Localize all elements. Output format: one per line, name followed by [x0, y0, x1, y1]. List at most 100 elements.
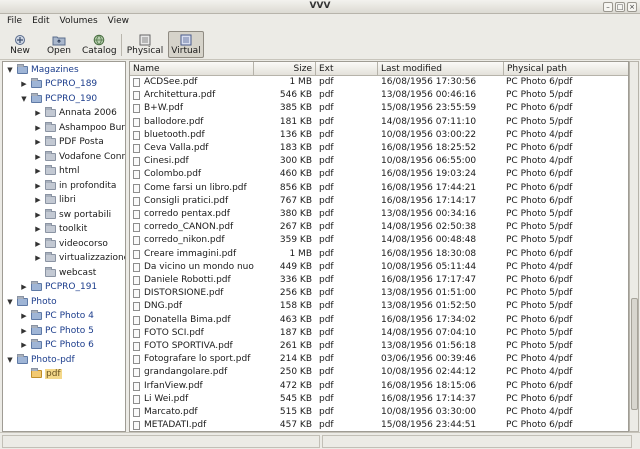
expanded-arrow-icon[interactable]: ▼: [5, 298, 15, 306]
tree-item[interactable]: ▼ Magazines: [5, 63, 79, 76]
menu-edit[interactable]: Edit: [27, 14, 54, 30]
tree-item[interactable]: ▶ virtualizzazione: [33, 252, 125, 265]
collapsed-arrow-icon[interactable]: ▶: [19, 283, 29, 291]
collapsed-arrow-icon[interactable]: ▶: [33, 138, 43, 146]
file-list[interactable]: Name Size Ext Last modified Physical pat…: [129, 61, 629, 432]
collapsed-arrow-icon[interactable]: ▶: [33, 240, 43, 248]
folder-icon: [45, 252, 56, 262]
column-header-size[interactable]: Size: [254, 62, 316, 76]
virtual-view-button[interactable]: Virtual: [168, 31, 204, 58]
tree-item[interactable]: ▶ PDF Posta: [33, 136, 104, 149]
table-row[interactable]: Fotografare lo sport.pdf 214 KB pdf 03/06/1…: [130, 353, 628, 366]
cell-ext: pdf: [319, 367, 334, 378]
collapsed-arrow-icon[interactable]: ▶: [33, 124, 43, 132]
physical-view-button[interactable]: Physical: [125, 31, 165, 58]
table-row[interactable]: Ceva Valla.pdf 183 KB pdf 16/08/1956 18:25:…: [130, 142, 628, 155]
table-row[interactable]: Cinesi.pdf 300 KB pdf 10/08/1956 06:55:00 PC…: [130, 155, 628, 168]
tree-item[interactable]: ▶ PC Photo 6: [19, 339, 94, 352]
table-row[interactable]: Li Wei.pdf 545 KB pdf 16/08/1956 17:14:37 PC…: [130, 393, 628, 406]
tree-item[interactable]: ▼ Photo: [5, 295, 57, 308]
tree-item[interactable]: webcast: [33, 266, 96, 279]
cell-modified: 10/08/1956 05:11:44: [381, 261, 477, 272]
tree-item[interactable]: ▶ in profondita: [33, 179, 116, 192]
collapsed-arrow-icon[interactable]: ▶: [33, 211, 43, 219]
minimize-icon[interactable]: –: [603, 2, 613, 12]
tree-item[interactable]: ▼ PCPRO_190: [19, 92, 97, 105]
tree-item[interactable]: ▶ PC Photo 5: [19, 324, 94, 337]
table-row[interactable]: Architettura.pdf 546 KB pdf 13/08/1956 00:4…: [130, 89, 628, 102]
collapsed-arrow-icon[interactable]: ▶: [33, 153, 43, 161]
tree-item[interactable]: pdf: [19, 368, 62, 381]
tree-item[interactable]: ▶ Ashampoo Burning: [33, 121, 125, 134]
open-button[interactable]: Open: [42, 31, 76, 58]
column-header-modified[interactable]: Last modified: [378, 62, 504, 76]
column-header-name[interactable]: Name: [130, 62, 254, 76]
menu-view[interactable]: View: [103, 14, 134, 30]
tree-item[interactable]: ▶ Vodafone Connect: [33, 150, 125, 163]
table-row[interactable]: IrfanView.pdf 472 KB pdf 16/08/1956 18:15:0…: [130, 380, 628, 393]
catalog-button[interactable]: Catalog: [81, 31, 117, 58]
tree-item[interactable]: ▶ toolkit: [33, 223, 87, 236]
expanded-arrow-icon[interactable]: ▼: [19, 95, 29, 103]
physical-label: Physical: [126, 46, 164, 56]
column-header-physical-path[interactable]: Physical path: [504, 62, 628, 76]
tree-item[interactable]: ▶ html: [33, 165, 80, 178]
table-row[interactable]: grandangolare.pdf 250 KB pdf 10/08/1956 02:…: [130, 366, 628, 379]
collapsed-arrow-icon[interactable]: ▶: [19, 327, 29, 335]
volume-tree[interactable]: ▼ Magazines ▶ PCPRO_189 ▼ PCPRO_190 ▶ Annata 20…: [2, 61, 126, 432]
cell-size: 856 KB: [279, 182, 312, 193]
cell-name: Donatella Bima.pdf: [144, 314, 231, 325]
table-row[interactable]: ACDSee.pdf 1 MB pdf 16/08/1956 17:30:56 PC P…: [130, 76, 628, 89]
collapsed-arrow-icon[interactable]: ▶: [33, 109, 43, 117]
column-header-ext[interactable]: Ext: [316, 62, 378, 76]
tree-item[interactable]: ▶ PCPRO_191: [19, 281, 97, 294]
table-row[interactable]: ballodore.pdf 181 KB pdf 14/08/1956 07:11:1…: [130, 116, 628, 129]
new-button[interactable]: New: [4, 31, 36, 58]
table-row[interactable]: Colombo.pdf 460 KB pdf 16/08/1956 19:03:24 P…: [130, 168, 628, 181]
scrollbar-thumb[interactable]: [631, 298, 638, 410]
table-row[interactable]: DISTORSIONE.pdf 256 KB pdf 13/08/1956 01:51…: [130, 287, 628, 300]
tree-item[interactable]: ▶ videocorso: [33, 237, 108, 250]
cell-physical: PC Photo 4/pdf: [506, 407, 573, 417]
table-row[interactable]: corredo pentax.pdf 380 KB pdf 13/08/1956 00…: [130, 208, 628, 221]
collapsed-arrow-icon[interactable]: ▶: [19, 80, 29, 88]
tree-item[interactable]: ▼ Photo-pdf: [5, 353, 75, 366]
expanded-arrow-icon[interactable]: ▼: [5, 66, 15, 74]
table-row[interactable]: Creare immagini.pdf 1 MB pdf 16/08/1956 18:…: [130, 248, 628, 261]
tree-item[interactable]: ▶ PC Photo 4: [19, 310, 94, 323]
table-row[interactable]: Da vicino un mondo nuo... 449 KB pdf 10/08/…: [130, 261, 628, 274]
close-icon[interactable]: ×: [627, 2, 637, 12]
table-row[interactable]: DNG.pdf 158 KB pdf 13/08/1956 01:52:50 PC Ph…: [130, 300, 628, 313]
tree-item[interactable]: ▶ Annata 2006: [33, 107, 117, 120]
table-row[interactable]: bluetooth.pdf 136 KB pdf 10/08/1956 03:00:2…: [130, 129, 628, 142]
collapsed-arrow-icon[interactable]: ▶: [19, 341, 29, 349]
menu-file[interactable]: File: [2, 14, 27, 30]
tree-item-label: toolkit: [59, 224, 88, 234]
table-row[interactable]: Daniele Robotti.pdf 336 KB pdf 16/08/1956 1…: [130, 274, 628, 287]
menu-volumes[interactable]: Volumes: [55, 14, 103, 30]
table-row[interactable]: Consigli pratici.pdf 767 KB pdf 16/08/1956 …: [130, 195, 628, 208]
cell-physical: PC Photo 5/pdf: [506, 116, 573, 127]
collapsed-arrow-icon[interactable]: ▶: [33, 182, 43, 190]
collapsed-arrow-icon[interactable]: ▶: [33, 167, 43, 175]
tree-item[interactable]: ▶ libri: [33, 194, 76, 207]
cell-ext: pdf: [319, 182, 334, 193]
table-row[interactable]: METADATI.pdf 457 KB pdf 15/08/1956 23:44:51…: [130, 419, 628, 431]
maximize-icon[interactable]: □: [615, 2, 625, 12]
table-row[interactable]: corredo_nikon.pdf 359 KB pdf 14/08/1956 00:…: [130, 234, 628, 247]
table-row[interactable]: corredo_CANON.pdf 267 KB pdf 14/08/1956 02:…: [130, 221, 628, 234]
table-row[interactable]: FOTO SCI.pdf 187 KB pdf 14/08/1956 07:04:10…: [130, 327, 628, 340]
table-row[interactable]: Come farsi un libro.pdf 856 KB pdf 16/08/19…: [130, 182, 628, 195]
expanded-arrow-icon[interactable]: ▼: [5, 356, 15, 364]
table-row[interactable]: FOTO SPORTIVA.pdf 261 KB pdf 13/08/1956 01:…: [130, 340, 628, 353]
tree-item[interactable]: ▶ PCPRO_189: [19, 78, 97, 91]
collapsed-arrow-icon[interactable]: ▶: [33, 254, 43, 262]
tree-item[interactable]: ▶ sw portabili: [33, 208, 111, 221]
file-list-scrollbar[interactable]: [629, 61, 639, 432]
table-row[interactable]: Marcato.pdf 515 KB pdf 10/08/1956 03:30:00 P…: [130, 406, 628, 419]
table-row[interactable]: B+W.pdf 385 KB pdf 15/08/1956 23:55:59 PC Ph…: [130, 102, 628, 115]
collapsed-arrow-icon[interactable]: ▶: [19, 312, 29, 320]
table-row[interactable]: Donatella Bima.pdf 463 KB pdf 16/08/1956 17…: [130, 314, 628, 327]
collapsed-arrow-icon[interactable]: ▶: [33, 196, 43, 204]
collapsed-arrow-icon[interactable]: ▶: [33, 225, 43, 233]
